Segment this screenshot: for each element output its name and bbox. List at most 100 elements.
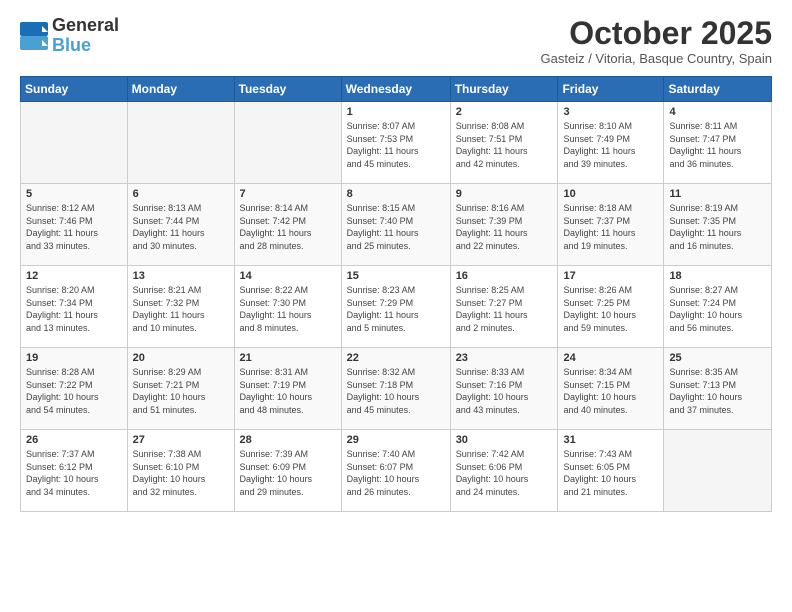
day-info: Sunrise: 8:31 AM Sunset: 7:19 PM Dayligh… bbox=[240, 366, 336, 416]
day-info: Sunrise: 8:29 AM Sunset: 7:21 PM Dayligh… bbox=[133, 366, 229, 416]
calendar-cell: 14Sunrise: 8:22 AM Sunset: 7:30 PM Dayli… bbox=[234, 266, 341, 348]
day-info: Sunrise: 7:39 AM Sunset: 6:09 PM Dayligh… bbox=[240, 448, 336, 498]
day-number: 6 bbox=[133, 188, 229, 200]
calendar-week-5: 26 Sunrise: 7:37 AM Sunset: 6:12 PM Dayli… bbox=[21, 430, 772, 512]
day-number: 24 bbox=[563, 352, 658, 364]
day-info: Sunrise: 7:38 AM Sunset: 6:10 PM Dayligh… bbox=[133, 448, 229, 498]
logo: General Blue bbox=[20, 16, 119, 56]
day-info: Sunrise: 8:13 AM Sunset: 7:44 PM Dayligh… bbox=[133, 202, 229, 252]
calendar-cell: 11 Sunrise: 8:19 AM Sunset: 7:35 PM Dayli… bbox=[664, 184, 772, 266]
day-info: Sunrise: 8:14 AM Sunset: 7:42 PM Dayligh… bbox=[240, 202, 336, 252]
calendar-table: Sunday Monday Tuesday Wednesday Thursday… bbox=[20, 76, 772, 512]
calendar-cell: 6 Sunrise: 8:13 AM Sunset: 7:44 PM Daylig… bbox=[127, 184, 234, 266]
day-info: Sunrise: 8:10 AM Sunset: 7:49 PM Dayligh… bbox=[563, 120, 658, 170]
month-title: October 2025 bbox=[541, 16, 772, 51]
calendar-cell: 13Sunrise: 8:21 AM Sunset: 7:32 PM Dayli… bbox=[127, 266, 234, 348]
day-info: Sunrise: 8:08 AM Sunset: 7:51 PM Dayligh… bbox=[456, 120, 553, 170]
calendar-cell: 27 Sunrise: 7:38 AM Sunset: 6:10 PM Dayli… bbox=[127, 430, 234, 512]
calendar-cell: 22 Sunrise: 8:32 AM Sunset: 7:18 PM Dayli… bbox=[341, 348, 450, 430]
header: General Blue October 2025 Gasteiz / Vito… bbox=[20, 16, 772, 66]
calendar-cell bbox=[21, 102, 128, 184]
calendar-cell: 23 Sunrise: 8:33 AM Sunset: 7:16 PM Dayli… bbox=[450, 348, 558, 430]
calendar-cell: 12Sunrise: 8:20 AM Sunset: 7:34 PM Dayli… bbox=[21, 266, 128, 348]
calendar-cell: 21 Sunrise: 8:31 AM Sunset: 7:19 PM Dayli… bbox=[234, 348, 341, 430]
day-info: Sunrise: 8:07 AM Sunset: 7:53 PM Dayligh… bbox=[347, 120, 445, 170]
day-info: Sunrise: 8:26 AM Sunset: 7:25 PM Dayligh… bbox=[563, 284, 658, 334]
calendar-cell: 18 Sunrise: 8:27 AM Sunset: 7:24 PM Dayli… bbox=[664, 266, 772, 348]
calendar-cell: 17 Sunrise: 8:26 AM Sunset: 7:25 PM Dayli… bbox=[558, 266, 664, 348]
day-number: 25 bbox=[669, 352, 766, 364]
day-number: 29 bbox=[347, 434, 445, 446]
day-number: 31 bbox=[563, 434, 658, 446]
day-info: Sunrise: 8:32 AM Sunset: 7:18 PM Dayligh… bbox=[347, 366, 445, 416]
day-info: Sunrise: 7:42 AM Sunset: 6:06 PM Dayligh… bbox=[456, 448, 553, 498]
calendar-cell: 16 Sunrise: 8:25 AM Sunset: 7:27 PM Dayli… bbox=[450, 266, 558, 348]
day-info: Sunrise: 8:15 AM Sunset: 7:40 PM Dayligh… bbox=[347, 202, 445, 252]
day-number: 21 bbox=[240, 352, 336, 364]
col-monday: Monday bbox=[127, 77, 234, 102]
day-info: Sunrise: 8:18 AM Sunset: 7:37 PM Dayligh… bbox=[563, 202, 658, 252]
logo-icon bbox=[20, 22, 48, 50]
header-row: Sunday Monday Tuesday Wednesday Thursday… bbox=[21, 77, 772, 102]
day-number: 11 bbox=[669, 188, 766, 200]
calendar-cell: 15Sunrise: 8:23 AM Sunset: 7:29 PM Dayli… bbox=[341, 266, 450, 348]
day-number: 26 bbox=[26, 434, 122, 446]
location: Gasteiz / Vitoria, Basque Country, Spain bbox=[541, 51, 772, 66]
calendar-cell: 10Sunrise: 8:18 AM Sunset: 7:37 PM Dayli… bbox=[558, 184, 664, 266]
day-number: 4 bbox=[669, 106, 766, 118]
day-number: 30 bbox=[456, 434, 553, 446]
day-number: 20 bbox=[133, 352, 229, 364]
day-number: 7 bbox=[240, 188, 336, 200]
col-saturday: Saturday bbox=[664, 77, 772, 102]
calendar-week-2: 5Sunrise: 8:12 AM Sunset: 7:46 PM Daylig… bbox=[21, 184, 772, 266]
day-number: 1 bbox=[347, 106, 445, 118]
col-thursday: Thursday bbox=[450, 77, 558, 102]
calendar-cell: 2 Sunrise: 8:08 AM Sunset: 7:51 PM Daylig… bbox=[450, 102, 558, 184]
calendar-cell: 5Sunrise: 8:12 AM Sunset: 7:46 PM Daylig… bbox=[21, 184, 128, 266]
calendar-cell: 20 Sunrise: 8:29 AM Sunset: 7:21 PM Dayli… bbox=[127, 348, 234, 430]
day-info: Sunrise: 8:34 AM Sunset: 7:15 PM Dayligh… bbox=[563, 366, 658, 416]
day-info: Sunrise: 8:33 AM Sunset: 7:16 PM Dayligh… bbox=[456, 366, 553, 416]
day-info: Sunrise: 8:16 AM Sunset: 7:39 PM Dayligh… bbox=[456, 202, 553, 252]
day-number: 13 bbox=[133, 270, 229, 282]
day-number: 2 bbox=[456, 106, 553, 118]
day-info: Sunrise: 7:43 AM Sunset: 6:05 PM Dayligh… bbox=[563, 448, 658, 498]
day-info: Sunrise: 8:25 AM Sunset: 7:27 PM Dayligh… bbox=[456, 284, 553, 334]
day-number: 18 bbox=[669, 270, 766, 282]
calendar-cell: 7 Sunrise: 8:14 AM Sunset: 7:42 PM Daylig… bbox=[234, 184, 341, 266]
calendar-cell: 3Sunrise: 8:10 AM Sunset: 7:49 PM Daylig… bbox=[558, 102, 664, 184]
calendar-cell bbox=[234, 102, 341, 184]
day-info: Sunrise: 8:19 AM Sunset: 7:35 PM Dayligh… bbox=[669, 202, 766, 252]
calendar-cell: 24 Sunrise: 8:34 AM Sunset: 7:15 PM Dayli… bbox=[558, 348, 664, 430]
calendar-cell: 26 Sunrise: 7:37 AM Sunset: 6:12 PM Dayli… bbox=[21, 430, 128, 512]
day-number: 27 bbox=[133, 434, 229, 446]
day-info: Sunrise: 8:35 AM Sunset: 7:13 PM Dayligh… bbox=[669, 366, 766, 416]
day-number: 22 bbox=[347, 352, 445, 364]
day-info: Sunrise: 8:28 AM Sunset: 7:22 PM Dayligh… bbox=[26, 366, 122, 416]
day-info: Sunrise: 8:11 AM Sunset: 7:47 PM Dayligh… bbox=[669, 120, 766, 170]
calendar-cell: 4 Sunrise: 8:11 AM Sunset: 7:47 PM Daylig… bbox=[664, 102, 772, 184]
col-wednesday: Wednesday bbox=[341, 77, 450, 102]
calendar-cell: 28 Sunrise: 7:39 AM Sunset: 6:09 PM Dayli… bbox=[234, 430, 341, 512]
day-info: Sunrise: 8:27 AM Sunset: 7:24 PM Dayligh… bbox=[669, 284, 766, 334]
day-number: 16 bbox=[456, 270, 553, 282]
day-number: 14 bbox=[240, 270, 336, 282]
calendar-cell bbox=[664, 430, 772, 512]
day-info: Sunrise: 7:40 AM Sunset: 6:07 PM Dayligh… bbox=[347, 448, 445, 498]
calendar-cell bbox=[127, 102, 234, 184]
day-number: 23 bbox=[456, 352, 553, 364]
day-info: Sunrise: 7:37 AM Sunset: 6:12 PM Dayligh… bbox=[26, 448, 122, 498]
day-number: 28 bbox=[240, 434, 336, 446]
day-number: 15 bbox=[347, 270, 445, 282]
calendar-cell: 29 Sunrise: 7:40 AM Sunset: 6:07 PM Dayli… bbox=[341, 430, 450, 512]
col-sunday: Sunday bbox=[21, 77, 128, 102]
calendar-cell: 19Sunrise: 8:28 AM Sunset: 7:22 PM Dayli… bbox=[21, 348, 128, 430]
calendar-cell: 8Sunrise: 8:15 AM Sunset: 7:40 PM Daylig… bbox=[341, 184, 450, 266]
day-number: 12 bbox=[26, 270, 122, 282]
calendar-week-3: 12Sunrise: 8:20 AM Sunset: 7:34 PM Dayli… bbox=[21, 266, 772, 348]
calendar-week-1: 1 Sunrise: 8:07 AM Sunset: 7:53 PM Daylig… bbox=[21, 102, 772, 184]
day-number: 17 bbox=[563, 270, 658, 282]
title-block: October 2025 Gasteiz / Vitoria, Basque C… bbox=[541, 16, 772, 66]
logo-line1: General bbox=[52, 16, 119, 36]
calendar-cell: 31 Sunrise: 7:43 AM Sunset: 6:05 PM Dayli… bbox=[558, 430, 664, 512]
